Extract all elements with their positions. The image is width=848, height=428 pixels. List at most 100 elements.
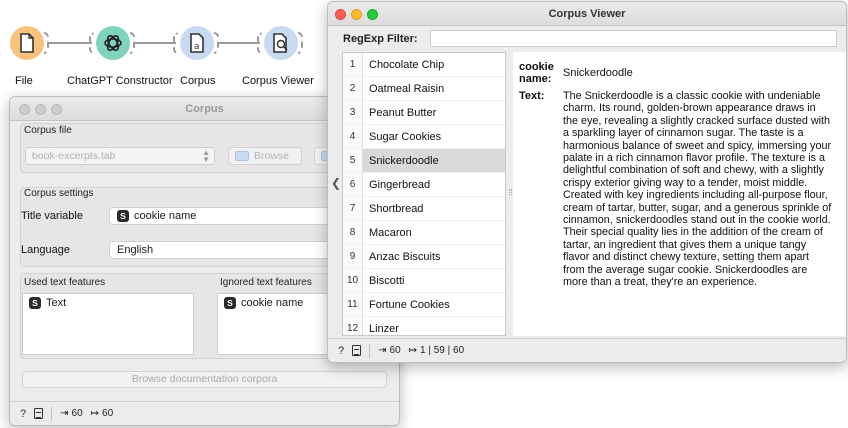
window-title: Corpus Viewer <box>548 7 626 20</box>
close-button[interactable] <box>335 9 346 20</box>
document-row[interactable]: 3 Peanut Butter <box>343 101 505 125</box>
file-icon <box>10 26 44 60</box>
browse-button[interactable]: Browse <box>228 147 302 165</box>
used-feature-label: Text <box>46 297 67 309</box>
row-number: 5 <box>343 149 363 172</box>
regexp-filter-input[interactable] <box>430 30 837 47</box>
document-row[interactable]: 10 Biscotti <box>343 269 505 293</box>
splitter-handle[interactable] <box>509 189 512 195</box>
row-number: 2 <box>343 77 363 100</box>
output-icon: ↦ <box>90 408 100 419</box>
document-title: Fortune Cookies <box>369 298 450 311</box>
string-var-icon: S <box>117 210 129 222</box>
input-count: ⇥ 60 <box>60 408 83 419</box>
list-item[interactable]: S Text <box>23 294 193 312</box>
chatgpt-constructor-node[interactable] <box>89 22 135 64</box>
row-number: 9 <box>343 245 363 268</box>
corpus-viewer-icon <box>264 26 298 60</box>
cookie-name-value: Snickerdoodle <box>563 67 633 79</box>
corpus-file-select[interactable]: book-excerpts.tab ▲ ▼ <box>25 147 215 165</box>
input-icon: ⇥ <box>60 408 69 419</box>
corpus-viewer-node-label: Corpus Viewer <box>242 75 314 87</box>
document-row[interactable]: 1 Chocolate Chip <box>343 53 505 77</box>
zoom-button[interactable] <box>367 9 378 20</box>
row-number: 4 <box>343 125 363 148</box>
used-features-title: Used text features <box>24 277 106 288</box>
document-title: Biscotti <box>369 274 405 287</box>
report-icon[interactable] <box>34 408 44 419</box>
row-number: 1 <box>343 53 363 76</box>
corpus-icon: a <box>180 26 214 60</box>
document-title: Macaron <box>369 226 412 239</box>
input-count: ⇥ 60 <box>378 345 401 356</box>
document-row[interactable]: 5 Snickerdoodle <box>343 149 505 173</box>
file-node-label: File <box>15 75 33 87</box>
folder-icon <box>235 151 249 161</box>
document-title: Chocolate Chip <box>369 58 445 71</box>
corpus-viewer-window: Corpus Viewer RegExp Filter: ❮ 1 Chocolat… <box>327 1 847 363</box>
collapse-left-icon[interactable]: ❮ <box>331 176 341 190</box>
corpus-file-title: Corpus file <box>24 125 72 136</box>
ignored-feature-label: cookie name <box>241 297 304 309</box>
document-row[interactable]: 2 Oatmeal Raisin <box>343 77 505 101</box>
string-var-icon: S <box>29 297 41 309</box>
corpus-node-label: Corpus <box>180 75 216 87</box>
ignored-features-title: Ignored text features <box>220 277 312 288</box>
row-number: 6 <box>343 173 363 196</box>
zoom-button[interactable] <box>51 104 62 115</box>
corpus-settings-title: Corpus settings <box>24 188 94 199</box>
help-icon[interactable]: ? <box>20 408 26 420</box>
document-list[interactable]: 1 Chocolate Chip 2 Oatmeal Raisin 3 Peanut Bu… <box>342 52 506 336</box>
document-title: Anzac Biscuits <box>369 250 441 263</box>
document-title: Snickerdoodle <box>363 149 505 172</box>
document-title: Gingerbread <box>369 178 431 191</box>
document-row[interactable]: 8 Macaron <box>343 221 505 245</box>
minimize-button[interactable] <box>35 104 46 115</box>
language-value: English <box>117 244 154 256</box>
document-text: The Snickerdoodle is a classic cookie wi… <box>563 90 832 289</box>
document-row[interactable]: 4 Sugar Cookies <box>343 125 505 149</box>
output-count: ↦ 1 | 59 | 60 <box>408 345 465 356</box>
close-button[interactable] <box>19 104 30 115</box>
link-file-chatgpt <box>47 42 92 44</box>
svg-text:a: a <box>194 42 200 52</box>
document-view: cookie name: Snickerdoodle Text: The Sni… <box>513 52 846 336</box>
document-row[interactable]: 11 Fortune Cookies <box>343 293 505 317</box>
title-variable-label: Title variable <box>21 210 83 222</box>
document-title: Peanut Butter <box>369 106 437 119</box>
document-row[interactable]: 12 Linzer <box>343 317 505 335</box>
output-count: ↦ 60 <box>90 408 114 419</box>
corpus-status-bar: ? ⇥ 60 ↦ 60 <box>10 401 399 425</box>
corpus-viewer-node[interactable] <box>257 22 303 64</box>
window-title: Corpus <box>185 102 224 115</box>
browse-documentation-button[interactable]: Browse documentation corpora <box>22 371 387 388</box>
document-title: Shortbread <box>369 202 424 215</box>
row-number: 10 <box>343 269 363 292</box>
document-row[interactable]: 9 Anzac Biscuits <box>343 245 505 269</box>
minimize-button[interactable] <box>351 9 362 20</box>
document-row[interactable]: 6 Gingerbread <box>343 173 505 197</box>
regexp-filter-label: RegExp Filter: <box>343 33 418 45</box>
corpus-file-value: book-excerpts.tab <box>32 150 116 162</box>
used-features-list[interactable]: S Text <box>22 293 194 355</box>
chatgpt-node-label: ChatGPT Constructor <box>67 75 173 87</box>
link-corpus-viewer <box>218 42 260 44</box>
text-label: Text: <box>519 90 545 102</box>
document-title: Oatmeal Raisin <box>369 82 445 95</box>
viewer-titlebar[interactable]: Corpus Viewer <box>328 2 846 26</box>
help-icon[interactable]: ? <box>338 345 344 357</box>
row-number: 3 <box>343 101 363 124</box>
row-number: 7 <box>343 197 363 220</box>
output-icon: ↦ <box>408 345 418 356</box>
file-node[interactable] <box>6 22 49 64</box>
title-variable-value: cookie name <box>134 210 197 222</box>
report-icon[interactable] <box>352 345 362 356</box>
updown-icon: ▲ ▼ <box>202 148 210 164</box>
viewer-status-bar: ? ⇥ 60 ↦ 1 | 59 | 60 <box>328 338 846 362</box>
document-row[interactable]: 7 Shortbread <box>343 197 505 221</box>
chatgpt-icon <box>96 26 130 60</box>
corpus-node[interactable]: a <box>173 22 219 64</box>
row-number: 8 <box>343 221 363 244</box>
string-var-icon: S <box>224 297 236 309</box>
input-icon: ⇥ <box>378 345 387 356</box>
